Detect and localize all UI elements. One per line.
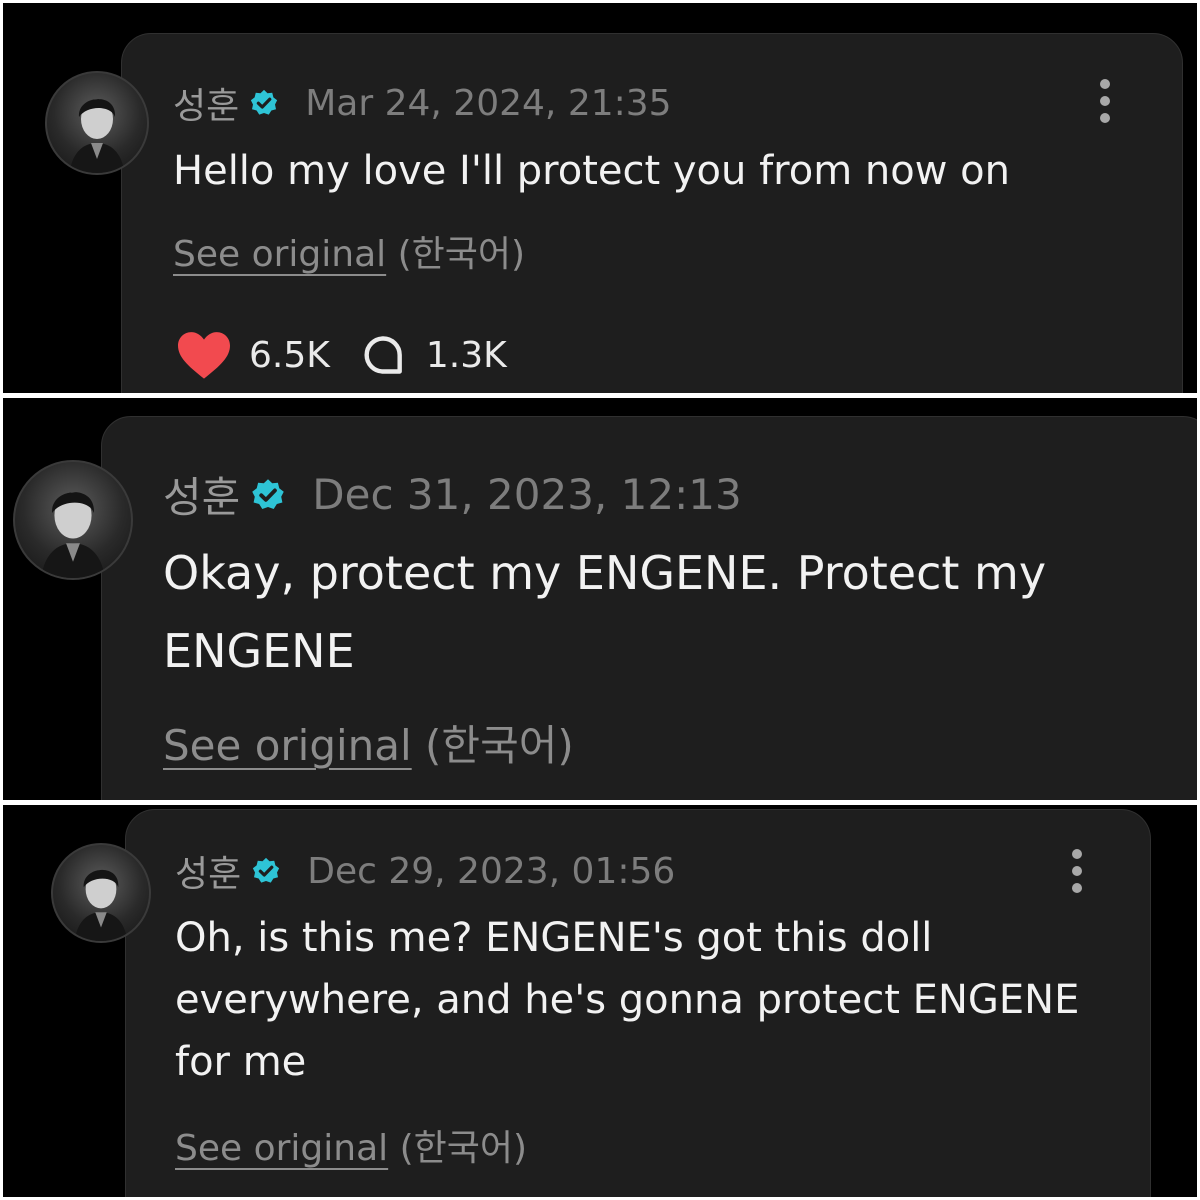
see-original-row: See original (한국어) <box>175 1119 527 1171</box>
author-name[interactable]: 성훈 <box>163 464 240 525</box>
comment-bubble-icon[interactable] <box>360 333 410 377</box>
post-timestamp: Dec 31, 2023, 12:13 <box>312 470 742 519</box>
post-text: Okay, protect my ENGENE. Protect my ENGE… <box>163 546 1047 678</box>
see-original-link[interactable]: See original <box>163 721 412 770</box>
heart-icon[interactable] <box>175 329 233 381</box>
see-original-link[interactable]: See original <box>173 234 386 275</box>
post-timestamp: Mar 24, 2024, 21:35 <box>305 82 672 124</box>
see-original-row: See original (한국어) <box>173 225 525 277</box>
post-meta: 성훈 Mar 24, 2024, 21:35 <box>173 77 672 129</box>
post-timestamp: Dec 29, 2023, 01:56 <box>307 850 676 892</box>
more-vertical-icon[interactable] <box>1099 79 1111 123</box>
see-original-row: See original (한국어) <box>163 712 574 773</box>
like-count: 6.5K <box>249 334 330 376</box>
post-panel-2: 성훈 Dec 31, 2023, 12:13 Okay, protect my … <box>3 398 1197 800</box>
original-language: (한국어) <box>425 721 574 770</box>
post-panel-3: 성훈 Dec 29, 2023, 01:56 Oh, is this me? E… <box>3 805 1197 1197</box>
original-language: (한국어) <box>397 234 526 275</box>
comment-count: 1.3K <box>425 334 507 376</box>
see-original-link[interactable]: See original <box>175 1128 388 1169</box>
post-meta: 성훈 Dec 29, 2023, 01:56 <box>175 845 675 897</box>
post-panel-1: 성훈 Mar 24, 2024, 21:35 Hello my love I'l… <box>3 3 1197 393</box>
reactions-bar: 6.5K 1.3K <box>175 329 537 381</box>
more-vertical-icon[interactable] <box>1071 849 1083 893</box>
post-text: Hello my love I'll protect you from now … <box>173 148 1010 194</box>
avatar[interactable] <box>45 71 149 175</box>
verified-badge-icon <box>250 477 286 513</box>
original-language: (한국어) <box>399 1128 528 1169</box>
author-name[interactable]: 성훈 <box>175 845 241 897</box>
author-name[interactable]: 성훈 <box>173 77 239 129</box>
verified-badge-icon <box>249 88 279 118</box>
avatar[interactable] <box>13 460 133 580</box>
avatar[interactable] <box>51 843 151 943</box>
verified-badge-icon <box>251 856 281 886</box>
post-text: Oh, is this me? ENGENE's got this doll e… <box>175 915 1080 1085</box>
post-meta: 성훈 Dec 31, 2023, 12:13 <box>163 464 742 525</box>
